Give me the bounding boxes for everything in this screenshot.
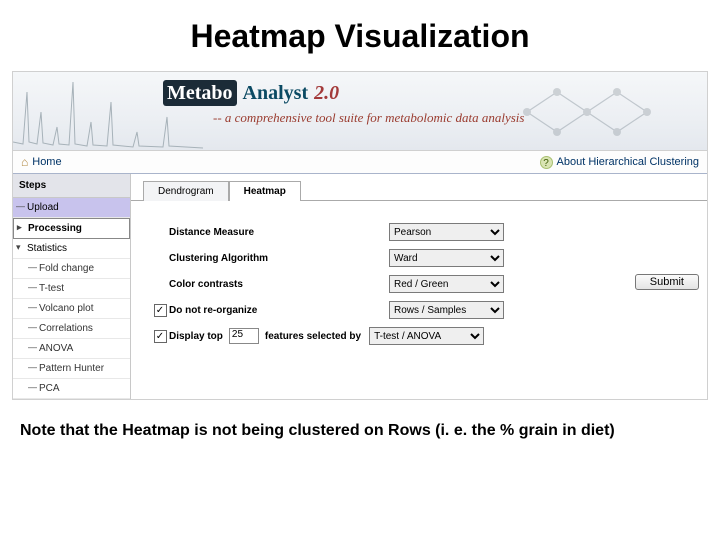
main-panel: Dendrogram Heatmap Distance Measure Pear… bbox=[131, 174, 707, 399]
nav-left: ⌂ Home bbox=[21, 155, 62, 169]
sidebar-item-label: Upload bbox=[27, 202, 59, 213]
sidebar-sub-pca[interactable]: —PCA bbox=[13, 379, 130, 399]
row-color: Color contrasts Red / Green bbox=[151, 271, 695, 297]
sidebar-item-label: Processing bbox=[28, 223, 82, 234]
logo-analyst: Analyst bbox=[243, 82, 309, 105]
mark-icon: — bbox=[28, 382, 37, 392]
slide-footnote: Note that the Heatmap is not being clust… bbox=[0, 400, 720, 442]
mark-icon: — bbox=[16, 201, 25, 211]
display-label-pre: Display top bbox=[169, 331, 229, 342]
distance-label: Distance Measure bbox=[169, 227, 389, 238]
mark-icon: — bbox=[28, 262, 37, 272]
form-area: Distance Measure Pearson Clustering Algo… bbox=[131, 201, 707, 359]
tab-dendrogram[interactable]: Dendrogram bbox=[143, 181, 229, 201]
logo: Metabo Analyst 2.0 bbox=[163, 80, 339, 106]
sidebar-item-label: Pattern Hunter bbox=[39, 363, 104, 374]
sidebar-item-label: ANOVA bbox=[39, 343, 73, 354]
sidebar: Steps —Upload ▸Processing ▾Statistics —F… bbox=[13, 174, 131, 399]
mark-icon: — bbox=[28, 362, 37, 372]
sidebar-sub-ttest[interactable]: —T-test bbox=[13, 279, 130, 299]
display-label-post: features selected by bbox=[259, 331, 369, 342]
distance-select[interactable]: Pearson bbox=[389, 223, 504, 241]
sidebar-item-processing[interactable]: ▸ Processing bbox=[13, 218, 130, 239]
home-link[interactable]: Home bbox=[32, 156, 61, 168]
app-banner: Metabo Analyst 2.0 -- a comprehensive too… bbox=[13, 72, 707, 150]
slide-title: Heatmap Visualization bbox=[0, 0, 720, 65]
app-container: Metabo Analyst 2.0 -- a comprehensive too… bbox=[12, 71, 708, 400]
sidebar-sub-foldchange[interactable]: —Fold change bbox=[13, 259, 130, 279]
color-select[interactable]: Red / Green bbox=[389, 275, 504, 293]
reorg-select[interactable]: Rows / Samples bbox=[389, 301, 504, 319]
sidebar-head: Steps bbox=[13, 174, 130, 198]
submit-button[interactable]: Submit bbox=[635, 274, 699, 290]
row-cluster: Clustering Algorithm Ward bbox=[151, 245, 695, 271]
nav-right: ? About Hierarchical Clustering bbox=[540, 156, 699, 169]
tab-heatmap[interactable]: Heatmap bbox=[229, 181, 301, 201]
mark-icon: — bbox=[28, 302, 37, 312]
content-row: Steps —Upload ▸Processing ▾Statistics —F… bbox=[13, 174, 707, 399]
sidebar-sub-pattern[interactable]: —Pattern Hunter bbox=[13, 359, 130, 379]
row-distance: Distance Measure Pearson bbox=[151, 219, 695, 245]
triangle-right-icon: ▸ bbox=[17, 222, 22, 233]
reorg-label: Do not re-organize bbox=[169, 305, 389, 316]
help-icon[interactable]: ? bbox=[540, 156, 553, 169]
tagline: -- a comprehensive tool suite for metabo… bbox=[213, 110, 524, 126]
triangle-down-icon: ▾ bbox=[16, 242, 21, 253]
sidebar-item-label: Volcano plot bbox=[39, 303, 94, 314]
navbar: ⌂ Home ? About Hierarchical Clustering bbox=[13, 150, 707, 174]
sidebar-item-label: Correlations bbox=[39, 323, 93, 334]
cluster-label: Clustering Algorithm bbox=[169, 253, 389, 264]
sidebar-sub-volcano[interactable]: —Volcano plot bbox=[13, 299, 130, 319]
row-reorg: ✓ Do not re-organize Rows / Samples bbox=[151, 297, 695, 323]
sidebar-item-upload[interactable]: —Upload bbox=[13, 198, 130, 218]
home-icon: ⌂ bbox=[21, 155, 28, 169]
tabs: Dendrogram Heatmap bbox=[131, 174, 707, 201]
sidebar-item-label: T-test bbox=[39, 283, 64, 294]
sidebar-sub-correlations[interactable]: —Correlations bbox=[13, 319, 130, 339]
logo-version: 2.0 bbox=[314, 82, 339, 105]
molecule-decor bbox=[507, 78, 667, 149]
color-label: Color contrasts bbox=[169, 279, 389, 290]
display-top-input[interactable]: 25 bbox=[229, 328, 259, 344]
sidebar-item-label: Statistics bbox=[27, 243, 67, 254]
mark-icon: — bbox=[28, 282, 37, 292]
display-by-select[interactable]: T-test / ANOVA bbox=[369, 327, 484, 345]
logo-metabo: Metabo bbox=[167, 82, 233, 104]
about-link[interactable]: About Hierarchical Clustering bbox=[557, 156, 699, 168]
mark-icon: — bbox=[28, 322, 37, 332]
sidebar-item-label: PCA bbox=[39, 383, 60, 394]
sidebar-item-label: Fold change bbox=[39, 263, 94, 274]
display-checkbox[interactable]: ✓ bbox=[154, 330, 167, 343]
reorg-checkbox[interactable]: ✓ bbox=[154, 304, 167, 317]
mark-icon: — bbox=[28, 342, 37, 352]
row-display: ✓ Display top 25 features selected by T-… bbox=[151, 323, 695, 349]
sidebar-sub-anova[interactable]: —ANOVA bbox=[13, 339, 130, 359]
cluster-select[interactable]: Ward bbox=[389, 249, 504, 267]
sidebar-item-statistics[interactable]: ▾ Statistics bbox=[13, 239, 130, 259]
